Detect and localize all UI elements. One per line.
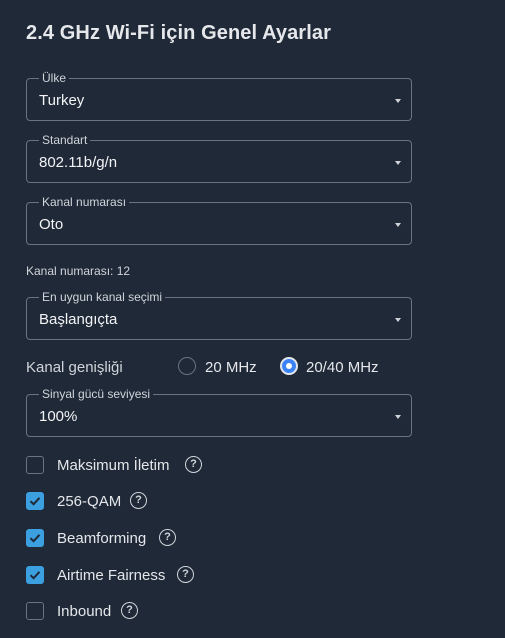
inbound-checkbox[interactable] xyxy=(26,602,44,620)
beamforming-checkbox[interactable] xyxy=(26,529,44,547)
max-transmit-label[interactable]: Maksimum İletim xyxy=(57,457,170,474)
standard-select[interactable]: Standart 802.11b/g/n xyxy=(26,133,412,183)
help-icon[interactable]: ? xyxy=(121,602,138,619)
checkbox-row-max-transmit: Maksimum İletim ? xyxy=(26,456,426,476)
checkmark-icon xyxy=(29,534,41,543)
checkmark-icon xyxy=(29,571,41,580)
bandwidth-20-label[interactable]: 20 MHz xyxy=(205,359,257,376)
checkbox-row-256qam: 256-QAM ? xyxy=(26,492,426,512)
channel-number-hint: Kanal numarası: 12 xyxy=(26,264,131,278)
standard-legend: Standart xyxy=(39,133,91,147)
checkbox-row-beamforming: Beamforming ? xyxy=(26,529,426,549)
channel-value: Oto xyxy=(39,216,64,233)
checkbox-row-inbound: Inbound ? xyxy=(26,602,426,622)
bandwidth-20-40-radio[interactable] xyxy=(280,357,298,375)
signal-power-legend: Sinyal gücü seviyesi xyxy=(39,387,154,401)
chevron-down-icon xyxy=(395,161,401,165)
checkmark-icon xyxy=(29,497,41,506)
airtime-fairness-label[interactable]: Airtime Fairness xyxy=(57,567,165,584)
page-title: 2.4 GHz Wi-Fi için Genel Ayarlar xyxy=(26,22,331,44)
airtime-fairness-checkbox[interactable] xyxy=(26,566,44,584)
help-icon[interactable]: ? xyxy=(185,456,202,473)
bandwidth-radio-group: Kanal genişliği 20 MHz 20/40 MHz xyxy=(26,357,446,379)
channel-legend: Kanal numarası xyxy=(39,195,130,209)
beamforming-label[interactable]: Beamforming xyxy=(57,530,146,547)
checkbox-row-airtime-fairness: Airtime Fairness ? xyxy=(26,566,426,586)
best-channel-value: Başlangıçta xyxy=(39,311,118,328)
bandwidth-20-radio[interactable] xyxy=(178,357,196,375)
bandwidth-label: Kanal genişliği xyxy=(26,359,123,376)
chevron-down-icon xyxy=(395,415,401,419)
country-select[interactable]: Ülke Turkey xyxy=(26,71,412,121)
best-channel-select[interactable]: En uygun kanal seçimi Başlangıçta xyxy=(26,290,412,340)
best-channel-legend: En uygun kanal seçimi xyxy=(39,290,166,304)
standard-value: 802.11b/g/n xyxy=(39,154,118,171)
max-transmit-checkbox[interactable] xyxy=(26,456,44,474)
help-icon[interactable]: ? xyxy=(159,529,176,546)
help-icon[interactable]: ? xyxy=(177,566,194,583)
bandwidth-20-40-label[interactable]: 20/40 MHz xyxy=(306,359,379,376)
signal-power-value: 100% xyxy=(39,408,78,425)
inbound-label[interactable]: Inbound xyxy=(57,603,111,620)
qam256-label[interactable]: 256-QAM xyxy=(57,493,121,510)
chevron-down-icon xyxy=(395,99,401,103)
signal-power-select[interactable]: Sinyal gücü seviyesi 100% xyxy=(26,387,412,437)
qam256-checkbox[interactable] xyxy=(26,492,44,510)
country-legend: Ülke xyxy=(39,71,70,85)
chevron-down-icon xyxy=(395,318,401,322)
chevron-down-icon xyxy=(395,223,401,227)
country-value: Turkey xyxy=(39,92,85,109)
help-icon[interactable]: ? xyxy=(130,492,147,509)
channel-select[interactable]: Kanal numarası Oto xyxy=(26,195,412,245)
